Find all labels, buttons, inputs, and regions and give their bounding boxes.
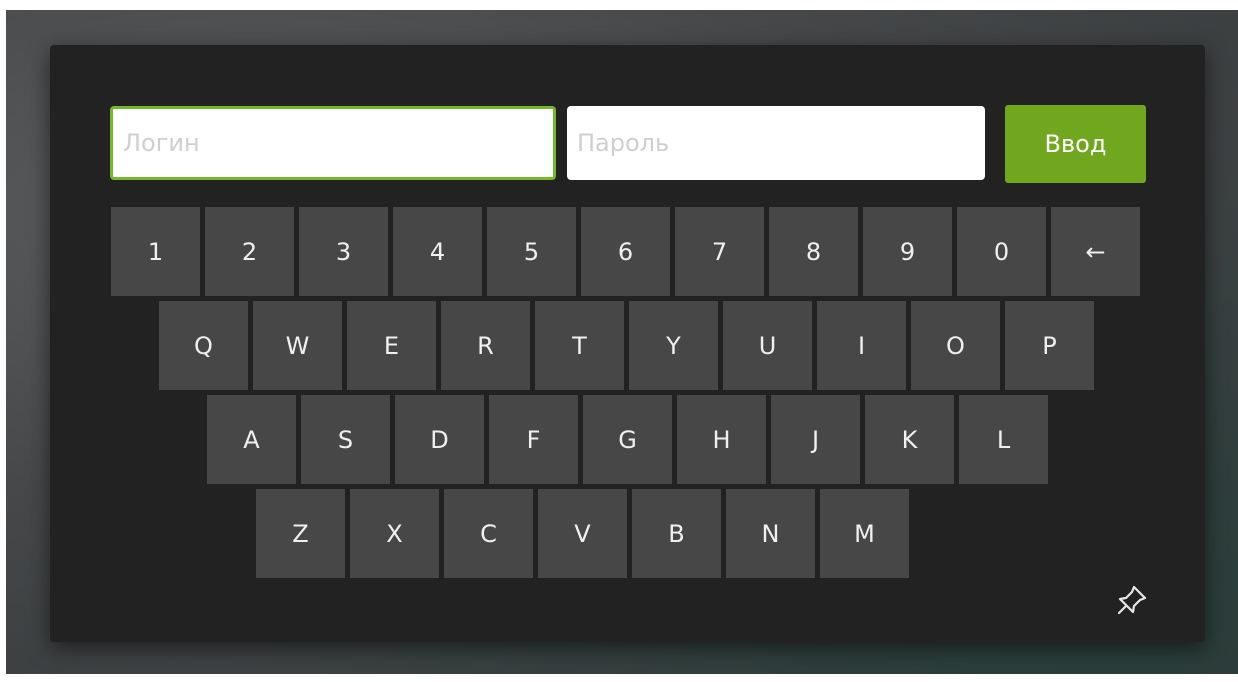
- login-input[interactable]: [110, 106, 556, 180]
- key-1[interactable]: 1: [111, 207, 200, 296]
- key-5[interactable]: 5: [487, 207, 576, 296]
- key-4[interactable]: 4: [393, 207, 482, 296]
- key-i[interactable]: I: [817, 301, 906, 390]
- key-7[interactable]: 7: [675, 207, 764, 296]
- keyboard-row-zxcv: Z X C V B N M: [256, 489, 909, 578]
- key-2[interactable]: 2: [205, 207, 294, 296]
- key-z[interactable]: Z: [256, 489, 345, 578]
- key-0[interactable]: 0: [957, 207, 1046, 296]
- key-t[interactable]: T: [535, 301, 624, 390]
- keyboard-row-digits: 1 2 3 4 5 6 7 8 9 0 ←: [111, 207, 1140, 296]
- key-8[interactable]: 8: [769, 207, 858, 296]
- key-v[interactable]: V: [538, 489, 627, 578]
- key-u[interactable]: U: [723, 301, 812, 390]
- key-d[interactable]: D: [395, 395, 484, 484]
- key-r[interactable]: R: [441, 301, 530, 390]
- password-input[interactable]: [567, 106, 985, 180]
- key-f[interactable]: F: [489, 395, 578, 484]
- key-l[interactable]: L: [959, 395, 1048, 484]
- key-m[interactable]: M: [820, 489, 909, 578]
- key-b[interactable]: B: [632, 489, 721, 578]
- key-c[interactable]: C: [444, 489, 533, 578]
- key-x[interactable]: X: [350, 489, 439, 578]
- key-o[interactable]: O: [911, 301, 1000, 390]
- key-6[interactable]: 6: [581, 207, 670, 296]
- key-h[interactable]: H: [677, 395, 766, 484]
- backspace-key[interactable]: ←: [1051, 207, 1140, 296]
- key-q[interactable]: Q: [159, 301, 248, 390]
- key-n[interactable]: N: [726, 489, 815, 578]
- key-9[interactable]: 9: [863, 207, 952, 296]
- key-j[interactable]: J: [771, 395, 860, 484]
- key-y[interactable]: Y: [629, 301, 718, 390]
- key-p[interactable]: P: [1005, 301, 1094, 390]
- key-e[interactable]: E: [347, 301, 436, 390]
- keyboard-row-asdf: A S D F G H J K L: [207, 395, 1048, 484]
- key-w[interactable]: W: [253, 301, 342, 390]
- enter-button[interactable]: Ввод: [1005, 105, 1146, 183]
- keyboard-row-qwerty: Q W E R T Y U I O P: [159, 301, 1094, 390]
- pin-icon[interactable]: [1115, 583, 1149, 617]
- key-3[interactable]: 3: [299, 207, 388, 296]
- key-a[interactable]: A: [207, 395, 296, 484]
- key-k[interactable]: K: [865, 395, 954, 484]
- key-s[interactable]: S: [301, 395, 390, 484]
- key-g[interactable]: G: [583, 395, 672, 484]
